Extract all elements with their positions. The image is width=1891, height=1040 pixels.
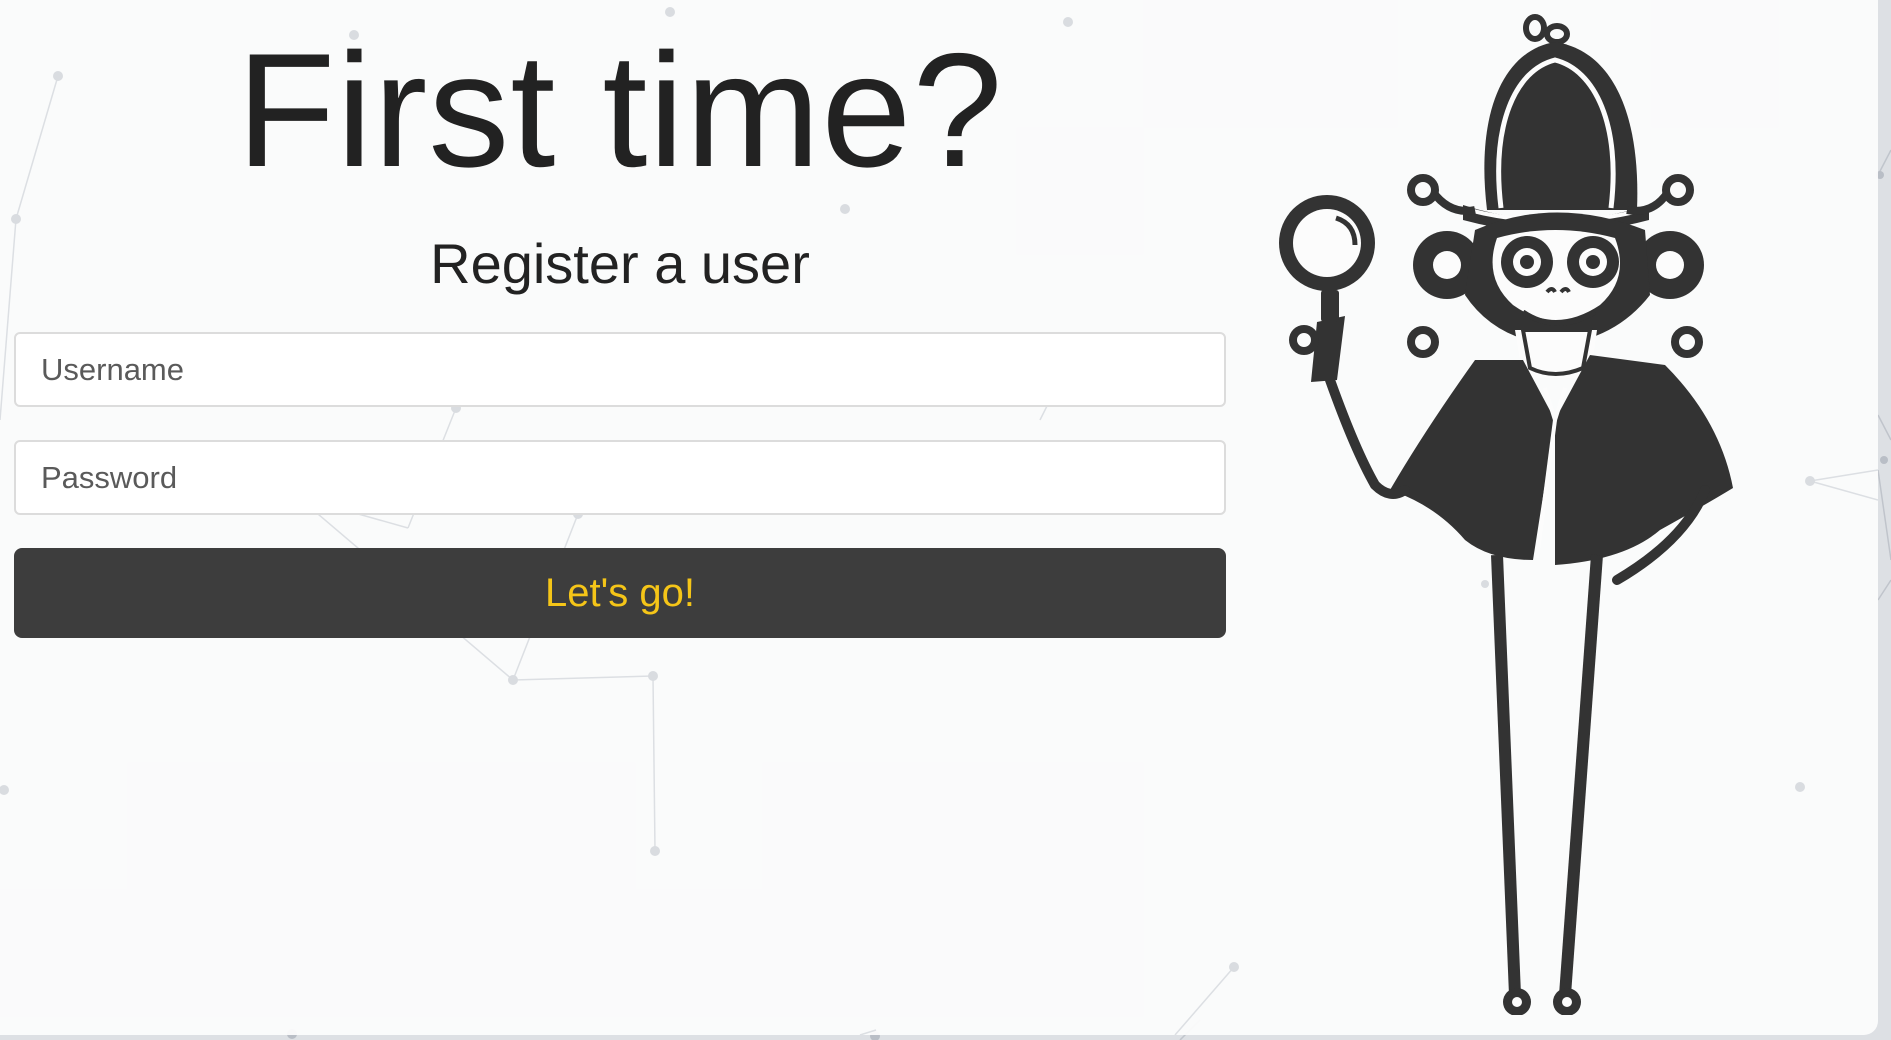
password-field[interactable] — [14, 440, 1226, 515]
page-title: First time? — [236, 20, 1004, 201]
page-subtitle: Register a user — [430, 232, 810, 295]
register-card: First time? Register a user Let's go! — [0, 0, 1878, 1035]
submit-button[interactable]: Let's go! — [14, 548, 1226, 638]
detective-monkey-icon — [1279, 14, 1733, 1015]
register-form: First time? Register a user Let's go! — [14, 0, 1226, 638]
username-field[interactable] — [14, 332, 1226, 407]
